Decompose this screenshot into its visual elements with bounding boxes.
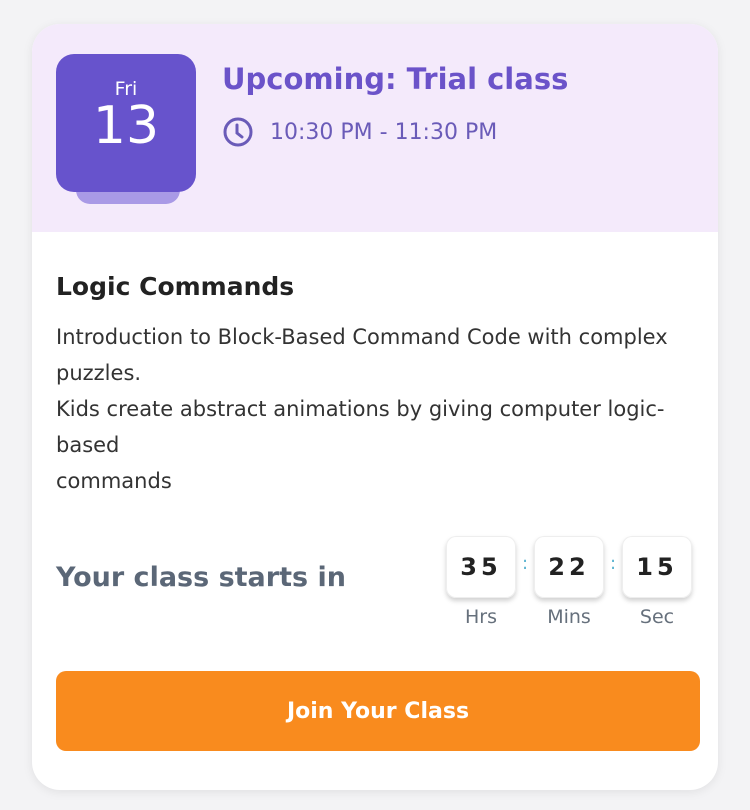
time-range: 10:30 PM - 11:30 PM [270, 119, 498, 145]
seconds-label: Sec [639, 606, 675, 628]
course-description: Introduction to Block-Based Command Code… [56, 325, 668, 493]
date-badge: Fri 13 [56, 54, 196, 192]
course-name: Logic Commands [56, 272, 295, 301]
separator: : [521, 553, 529, 574]
class-time: 10:30 PM - 11:30 PM [222, 116, 497, 148]
countdown-label: Your class starts in [56, 562, 346, 593]
countdown-timer: 35 Hrs : 22 Mins : 15 Sec [446, 536, 692, 628]
join-class-button[interactable]: Join Your Class [56, 671, 700, 751]
separator: : [609, 553, 617, 574]
card-header: Fri 13 Upcoming: Trial class 10:30 PM - … [32, 24, 718, 232]
class-card: Fri 13 Upcoming: Trial class 10:30 PM - … [32, 24, 718, 790]
hours-label: Hrs [465, 606, 497, 628]
hours-value: 35 [446, 536, 516, 598]
minutes-value: 22 [534, 536, 604, 598]
seconds-value: 15 [622, 536, 692, 598]
day-number: 13 [92, 96, 160, 156]
minutes-label: Mins [547, 606, 591, 628]
upcoming-title: Upcoming: Trial class [222, 62, 569, 96]
clock-icon [223, 117, 253, 147]
